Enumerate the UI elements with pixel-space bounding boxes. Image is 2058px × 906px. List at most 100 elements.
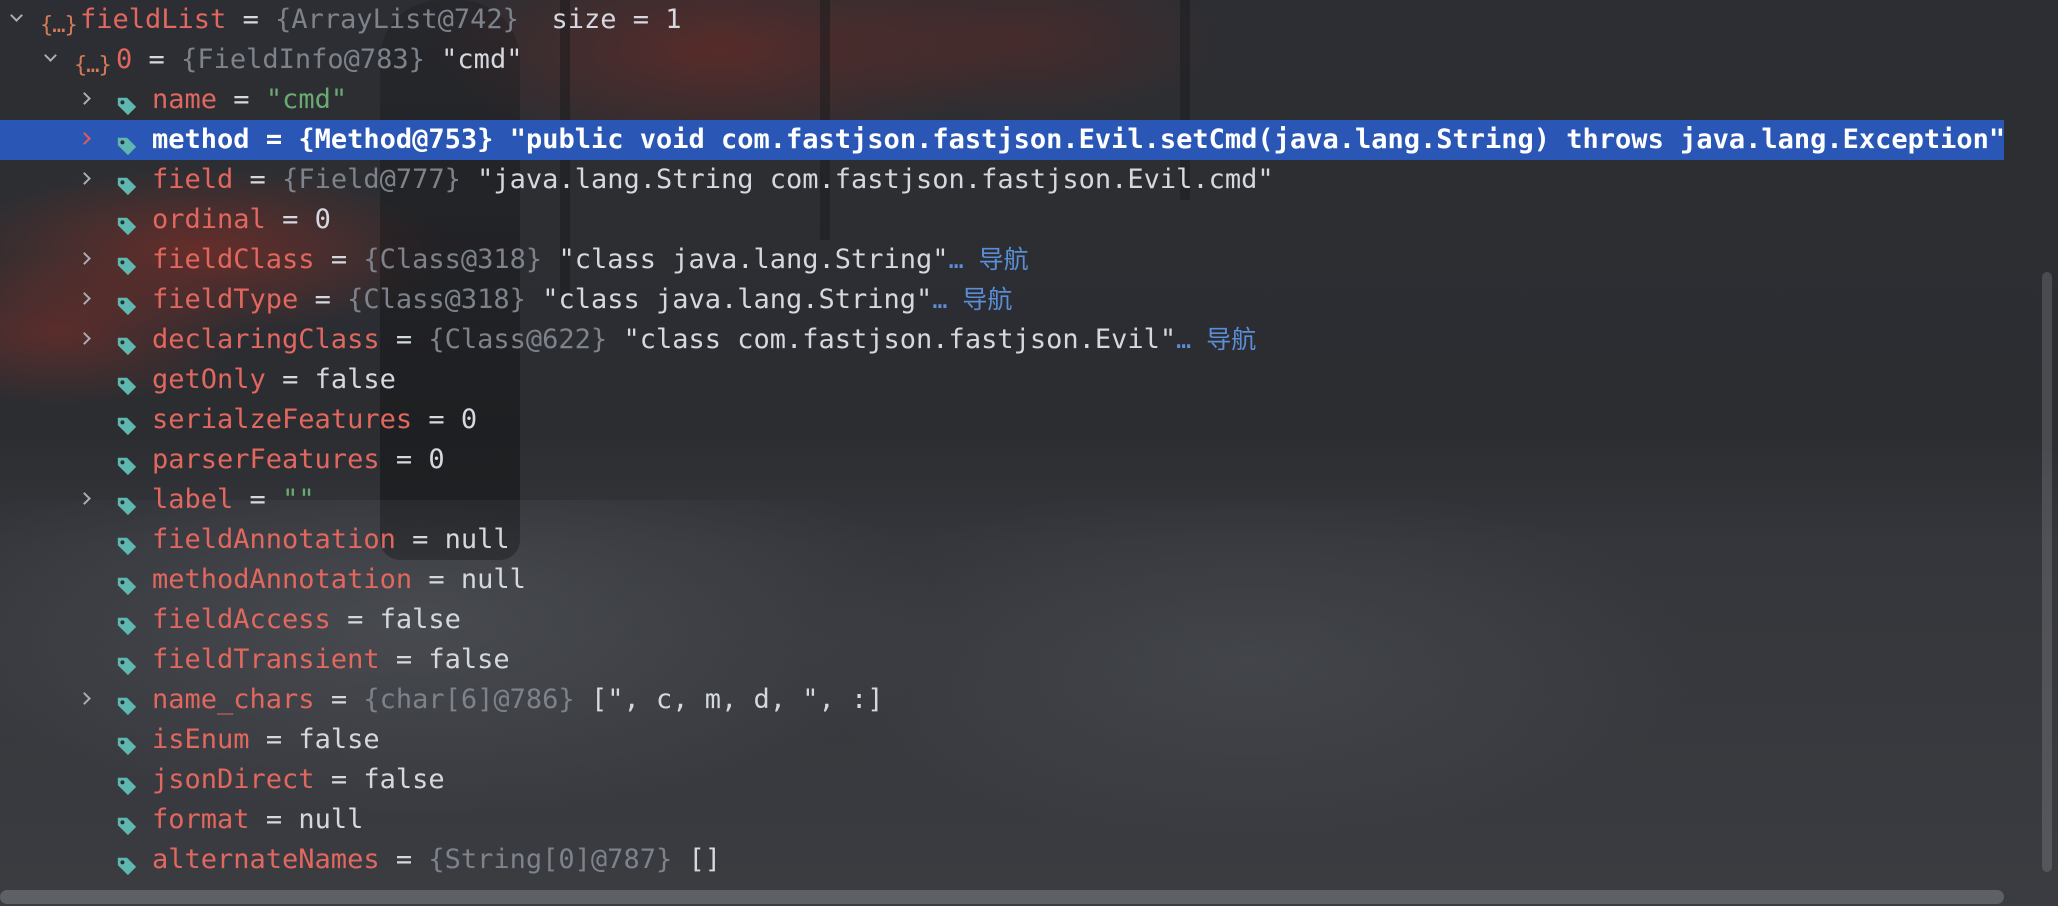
field-value: 0 [314, 204, 331, 235]
field-name: fieldAccess [152, 604, 331, 635]
field-value: null [444, 524, 510, 555]
field-name: format [152, 804, 250, 835]
tree-row-fieldannotation[interactable]: fieldAnnotation = null [0, 520, 2004, 560]
navigate-link[interactable]: … 导航 [932, 285, 1012, 314]
tree-row-fieldtransient[interactable]: fieldTransient = false [0, 640, 2004, 680]
chevron-right-icon[interactable] [78, 292, 91, 305]
field-name: fieldClass [152, 244, 315, 275]
variables-tree: {…} fieldList = {ArrayList@742} size = 1… [0, 0, 2006, 880]
assign-operator: = [265, 124, 283, 155]
object-reference: {Class@318} [347, 284, 526, 315]
tree-row-method[interactable]: method = {Method@753} "public void com.f… [0, 120, 2006, 160]
variable-name: fieldList [80, 4, 227, 35]
object-reference: {Method@753} [298, 124, 494, 155]
assign-operator: = [330, 244, 348, 275]
tree-row-label[interactable]: label = "" [0, 480, 2004, 520]
field-name: alternateNames [152, 844, 380, 875]
chevron-right-icon[interactable] [78, 172, 91, 185]
tree-row-parserfeatures[interactable]: parserFeatures = 0 [0, 440, 2004, 480]
tree-row-name-chars[interactable]: name_chars = {char[6]@786} [", c, m, d, … [0, 680, 2004, 720]
field-name: method [152, 124, 250, 155]
field-name: fieldTransient [152, 644, 380, 675]
assign-operator: = [395, 324, 413, 355]
tree-row-format[interactable]: format = null [0, 800, 2004, 840]
field-name: ordinal [152, 204, 266, 235]
chevron-right-icon[interactable] [78, 692, 91, 705]
chevron-right-icon[interactable] [78, 492, 91, 505]
field-name: fieldAnnotation [152, 524, 396, 555]
tree-row-getonly[interactable]: getOnly = false [0, 360, 2004, 400]
tree-row-ordinal[interactable]: ordinal = 0 [0, 200, 2004, 240]
tree-row-fieldclass[interactable]: fieldClass = {Class@318} "class java.lan… [0, 240, 2004, 280]
assign-operator: = [395, 844, 413, 875]
object-reference: {Field@777} [282, 164, 461, 195]
field-value: "class java.lang.String" [558, 244, 949, 275]
assign-operator: = [282, 204, 299, 235]
tree-row-element-0[interactable]: {…} 0 = {FieldInfo@783} "cmd" [0, 40, 2004, 80]
assign-operator: = [314, 284, 331, 315]
assign-operator: = [265, 804, 283, 835]
tree-row-field[interactable]: field = {Field@777} "java.lang.String co… [0, 160, 2004, 200]
chevron-right-icon[interactable] [78, 252, 91, 265]
field-value: 0 [428, 444, 445, 475]
field-value: "class com.fastjson.fastjson.Evil" [623, 324, 1177, 355]
tree-row-jsondirect[interactable]: jsonDirect = false [0, 760, 2004, 800]
field-value: "cmd" [265, 84, 348, 115]
tree-row-isenum[interactable]: isEnum = false [0, 720, 2004, 760]
navigate-link[interactable]: … 导航 [1176, 325, 1256, 354]
assign-operator: = [347, 604, 364, 635]
object-reference: {FieldInfo@783} [181, 44, 425, 75]
field-tag-icon [116, 449, 138, 476]
field-name: isEnum [152, 724, 250, 755]
tree-row-alternatenames[interactable]: alternateNames = {String[0]@787} [] [0, 840, 2004, 880]
field-tag-icon [116, 649, 138, 676]
assign-operator: = [330, 764, 348, 795]
field-tag-icon [116, 729, 138, 756]
chevron-down-icon[interactable] [44, 49, 57, 62]
field-tag-icon [116, 609, 138, 636]
field-name: serialzeFeatures [152, 404, 413, 435]
field-name: parserFeatures [152, 444, 380, 475]
field-name: getOnly [152, 364, 266, 395]
field-name: field [152, 164, 234, 195]
tree-row-serialzefeatures[interactable]: serialzeFeatures = 0 [0, 400, 2004, 440]
chevron-down-icon[interactable] [10, 9, 23, 22]
field-name: methodAnnotation [152, 564, 413, 595]
field-value: [] [688, 844, 721, 875]
tree-row-name[interactable]: name = "cmd" [0, 80, 2004, 120]
field-tag-icon [116, 489, 138, 516]
field-value: "class java.lang.String" [542, 284, 933, 315]
field-tag-icon [116, 329, 138, 356]
tree-row-fieldtype[interactable]: fieldType = {Class@318} "class java.lang… [0, 280, 2004, 320]
assign-operator: = [249, 484, 266, 515]
tree-row-declaringclass[interactable]: declaringClass = {Class@622} "class com.… [0, 320, 2004, 360]
tree-row-methodannotation[interactable]: methodAnnotation = null [0, 560, 2004, 600]
vertical-scrollbar[interactable] [2042, 272, 2052, 872]
assign-operator: = [428, 564, 445, 595]
field-tag-icon [116, 289, 138, 316]
object-reference: {String[0]@787} [428, 844, 673, 875]
tree-row-fieldlist[interactable]: {…} fieldList = {ArrayList@742} size = 1 [0, 0, 2004, 40]
field-name: label [152, 484, 234, 515]
navigate-link[interactable]: … 导航 [949, 245, 1029, 274]
field-value: "public void com.fastjson.fastjson.Evil.… [509, 124, 2006, 155]
chevron-right-icon[interactable] [78, 132, 91, 145]
field-tag-icon [116, 569, 138, 596]
chevron-right-icon[interactable] [78, 92, 91, 105]
object-reference: {Class@318} [363, 244, 543, 275]
assign-operator: = [428, 404, 445, 435]
field-value: false [314, 364, 396, 395]
field-value: false [379, 604, 461, 635]
horizontal-scrollbar[interactable] [0, 890, 2004, 904]
field-tag-icon [116, 129, 138, 156]
field-tag-icon [116, 89, 138, 116]
assign-operator: = [265, 724, 283, 755]
field-name: declaringClass [152, 324, 380, 355]
tree-row-fieldaccess[interactable]: fieldAccess = false [0, 600, 2004, 640]
assign-operator: = [330, 684, 348, 715]
size-label: size = 1 [551, 4, 682, 35]
field-value: "java.lang.String com.fastjson.fastjson.… [477, 164, 1274, 195]
chevron-right-icon[interactable] [78, 332, 91, 345]
field-tag-icon [116, 529, 138, 556]
field-value: false [363, 764, 445, 795]
